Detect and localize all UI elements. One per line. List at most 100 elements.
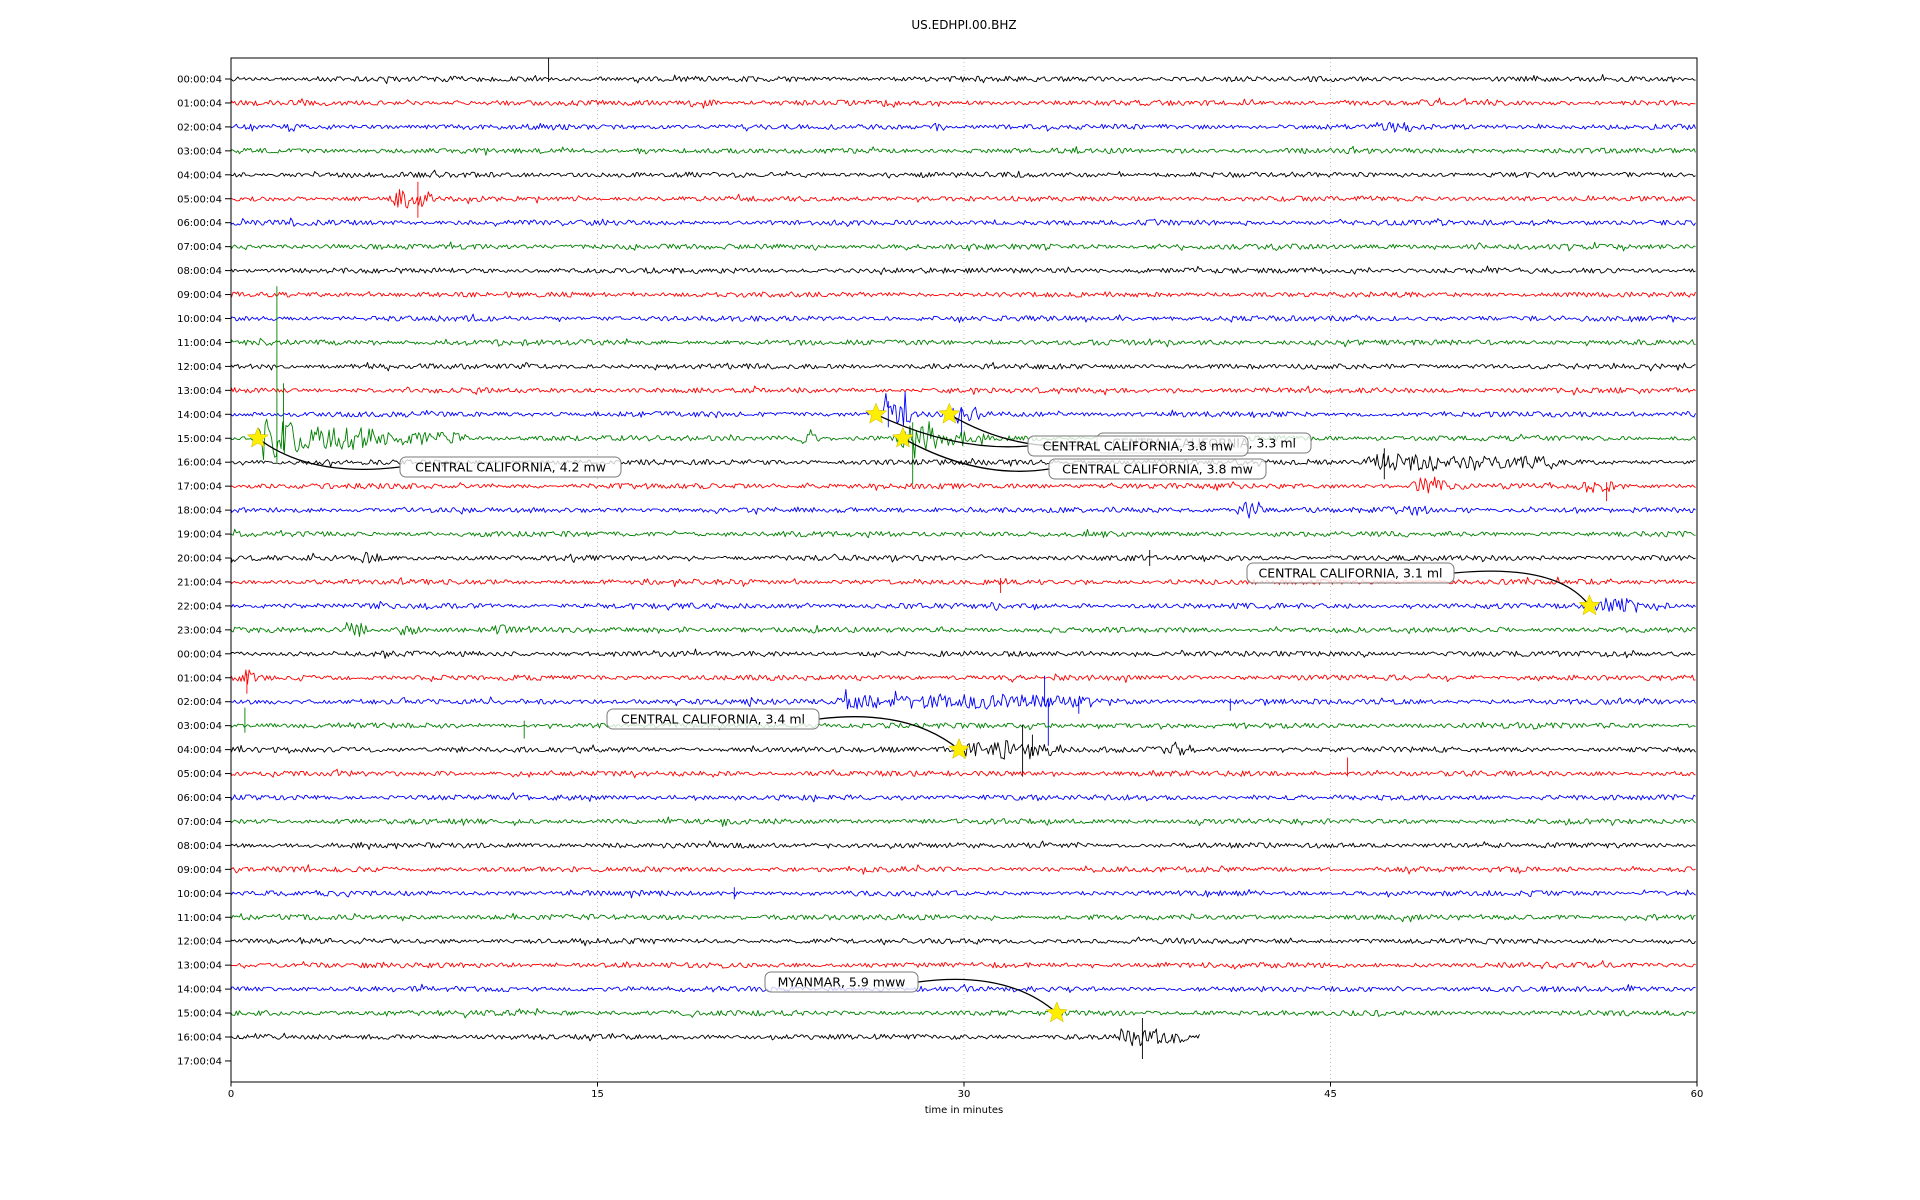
x-tick-label: 60 [1691,1089,1704,1100]
seismogram-trace-row-2 [231,121,1696,133]
row-time-label: 05:00:04 [177,194,222,205]
row-time-label: 15:00:04 [177,434,222,445]
row-time-label: 23:00:04 [177,625,222,636]
row-time-label: 09:00:04 [177,865,222,876]
row-time-label: 06:00:04 [177,793,222,804]
chart-title: US.EDHPI.00.BHZ [911,18,1016,32]
seismogram-trace-row-1 [231,97,1696,109]
row-time-label: 21:00:04 [177,577,222,588]
seismogram-trace-row-32 [231,840,1696,850]
seismogram-trace-row-27 [231,707,1696,739]
row-time-label: 17:00:04 [177,482,222,493]
event-label: CENTRAL CALIFORNIA, 3.4 ml [621,712,805,727]
seismogram-trace-row-35 [231,912,1696,923]
seismogram-trace-row-30 [231,792,1696,803]
row-time-label: 15:00:04 [177,1009,222,1020]
x-tick-label: 45 [1324,1089,1337,1100]
seismogram-trace-row-20 [231,550,1696,566]
row-time-label: 08:00:04 [177,841,222,852]
row-time-label: 17:00:04 [177,1056,222,1067]
seismogram-trace-row-6 [231,217,1696,227]
row-time-label: 11:00:04 [177,338,222,349]
row-time-label: 14:00:04 [177,985,222,996]
row-time-label: 08:00:04 [177,266,222,277]
row-time-label: 11:00:04 [177,913,222,924]
row-time-label: 00:00:04 [177,649,222,660]
seismogram-figure: 00:00:04 01:00:04 02:00:04 03:00:04 04:00:04… [0,0,1920,1200]
event-label: CENTRAL CALIFORNIA, 4.2 mw [415,460,606,475]
row-time-label: 05:00:04 [177,769,222,780]
seismogram-trace-row-9 [231,291,1696,298]
seismogram-trace-row-31 [231,816,1696,827]
helicorder-plot: 00:00:04 01:00:04 02:00:04 03:00:04 04:00:04… [177,18,1704,1116]
seismogram-trace-row-13 [231,385,1696,396]
seismogram-trace-row-24 [231,648,1696,659]
seismogram-trace-row-0 [231,58,1696,85]
x-tick-label: 0 [228,1089,234,1100]
seismogram-trace-row-5 [231,181,1696,218]
row-time-label: 03:00:04 [177,146,222,157]
row-time-label: 14:00:04 [177,410,222,421]
seismogram-trace-row-33 [231,864,1696,875]
event-leader-line [917,978,1058,1014]
row-time-label: 22:00:04 [177,601,222,612]
seismogram-trace-row-36 [231,936,1696,947]
seismogram-trace-row-3 [231,145,1696,156]
event-leader-line [257,437,401,471]
event-star-marker [948,737,971,760]
event-label: CENTRAL CALIFORNIA, 3.1 ml [1259,566,1443,581]
row-time-label: 10:00:04 [177,314,222,325]
seismogram-trace-row-25 [231,669,1696,694]
row-time-label: 12:00:04 [177,937,222,948]
axes: 00:00:04 01:00:04 02:00:04 03:00:04 04:00:04… [177,57,1704,1100]
seismogram-trace-row-40 [231,1018,1200,1059]
seismogram-trace-row-8 [231,265,1696,276]
seismogram-trace-row-38 [231,983,1696,993]
row-time-label: 16:00:04 [177,1033,222,1044]
seismogram-trace-row-37 [231,960,1696,970]
row-time-label: 09:00:04 [177,290,222,301]
seismogram-trace-row-29 [231,757,1696,779]
row-time-label: 01:00:04 [177,673,222,684]
seismogram-trace-row-12 [231,361,1696,372]
seismogram-trace-row-14 [231,391,1696,436]
row-time-label: 19:00:04 [177,530,222,541]
row-time-label: 07:00:04 [177,817,222,828]
row-time-label: 16:00:04 [177,458,222,469]
row-time-label: 02:00:04 [177,122,222,133]
row-time-label: 07:00:04 [177,242,222,253]
row-time-label: 02:00:04 [177,697,222,708]
row-time-label: 06:00:04 [177,218,222,229]
event-leader-line [818,716,960,751]
seismogram-trace-row-11 [231,337,1696,348]
seismogram-trace-row-7 [231,241,1696,252]
row-time-label: 13:00:04 [177,386,222,397]
seismogram-trace-row-18 [231,501,1696,519]
seismogram-trace-row-39 [231,1008,1696,1019]
row-time-label: 04:00:04 [177,170,222,181]
seismogram-trace-row-15 [231,286,1696,485]
seismogram-trace-row-22 [231,597,1696,613]
event-annotations: CENTRAL CALIFORNIA, 4.2 mw CENTRAL CALIFO… [246,402,1601,1023]
event-leader-line [1453,570,1591,607]
gridlines [597,58,1331,1082]
seismogram-trace-row-23 [231,622,1696,638]
x-tick-label: 15 [591,1089,604,1100]
event-star-marker [1045,1001,1068,1023]
waveform-traces [231,58,1696,1059]
row-time-label: 13:00:04 [177,961,222,972]
row-time-label: 03:00:04 [177,721,222,732]
seismogram-trace-row-21 [231,576,1696,593]
row-time-label: 00:00:04 [177,75,222,86]
x-tick-label: 30 [958,1089,971,1100]
seismogram-trace-row-10 [231,313,1696,323]
event-label: MYANMAR, 5.9 mww [778,975,906,990]
row-time-label: 04:00:04 [177,745,222,756]
row-time-label: 20:00:04 [177,554,222,565]
seismogram-trace-row-4 [231,169,1696,179]
seismogram-trace-row-26 [231,675,1696,746]
row-time-label: 01:00:04 [177,98,222,109]
event-star-marker [864,402,888,424]
row-time-label: 12:00:04 [177,362,222,373]
x-axis-label: time in minutes [925,1105,1004,1116]
